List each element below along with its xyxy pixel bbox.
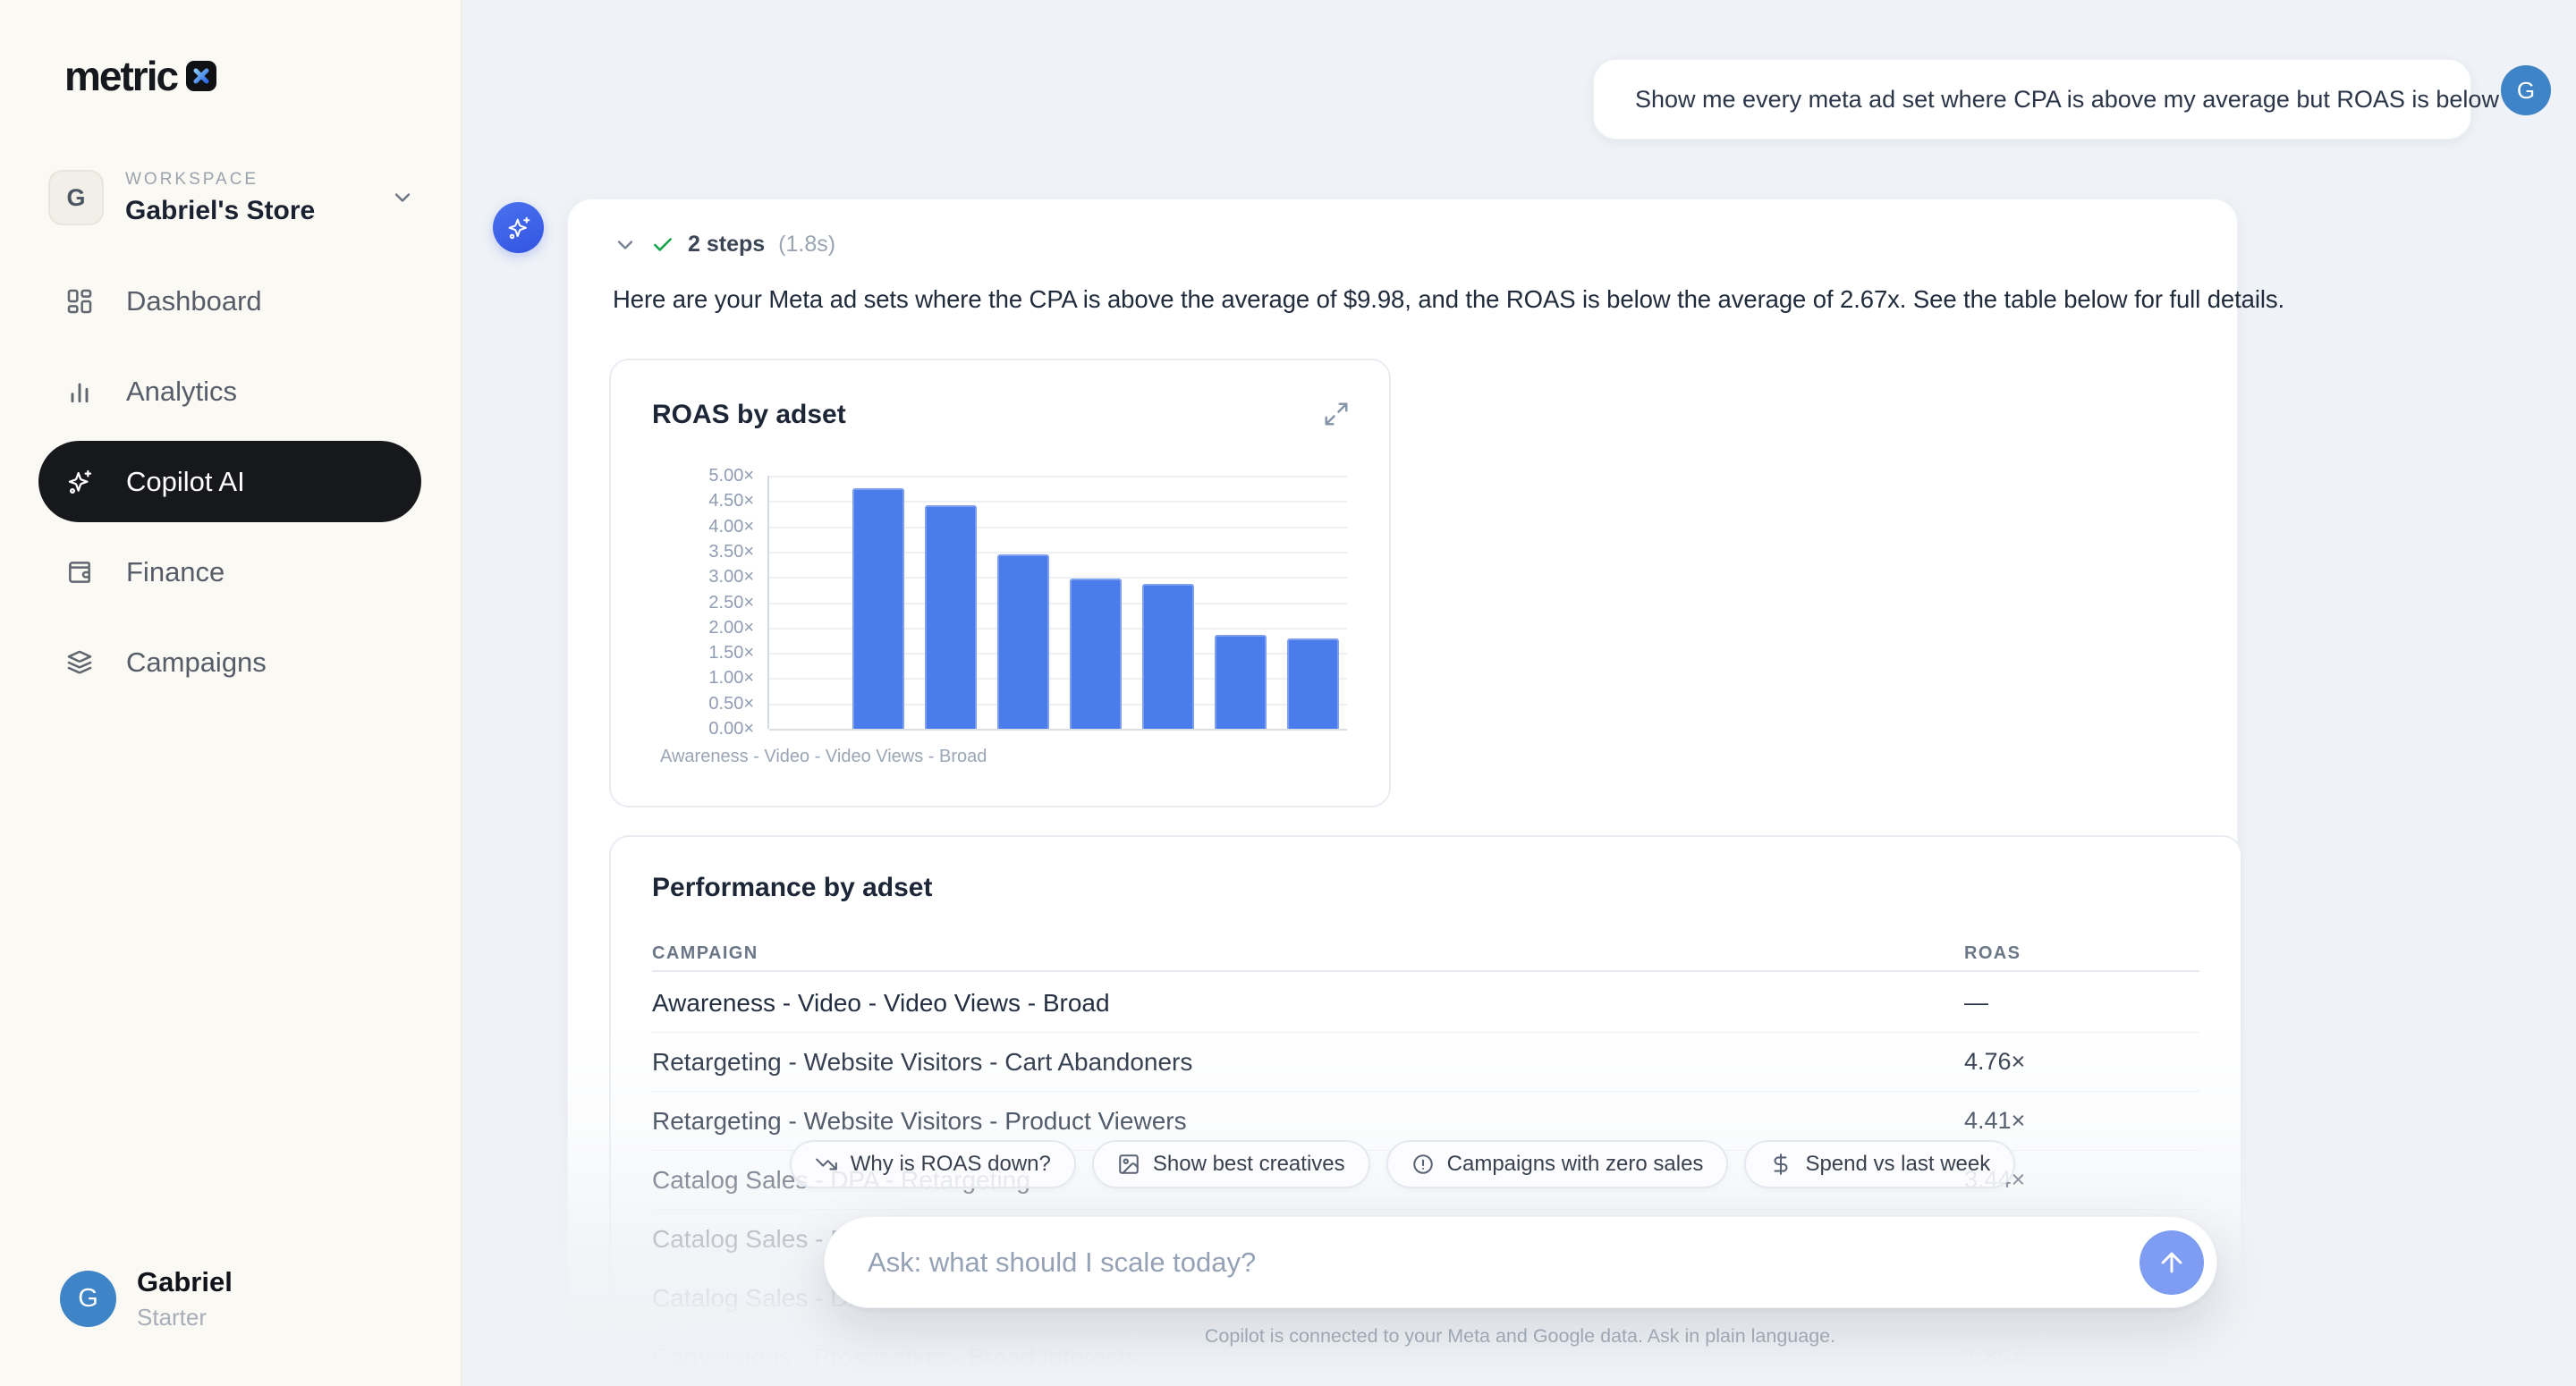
sidebar: metric G WORKSPACE Gabriel's Store: [0, 0, 462, 1386]
bar-7: [1287, 638, 1339, 729]
bar-6: [1215, 635, 1267, 729]
sidebar-item-label: Dashboard: [126, 285, 262, 317]
workspace-avatar: G: [48, 170, 104, 225]
roas-chart-card: ROAS by adset Awareness - Video - Video …: [609, 359, 1391, 807]
user-avatar[interactable]: G: [2501, 65, 2551, 115]
chip-spend-vs-last-week[interactable]: Spend vs last week: [1744, 1140, 2015, 1188]
sidebar-nav: Dashboard Analytics Copilot AI Finance: [38, 260, 421, 712]
y-tick-label: 3.50×: [611, 540, 754, 563]
column-header-roas: ROAS: [1964, 943, 2199, 964]
trending-down-icon: [815, 1153, 838, 1176]
chart-x-axis-label: Awareness - Video - Video Views - Broad: [660, 747, 987, 767]
sidebar-item-label: Analytics: [126, 376, 237, 408]
table-title: Performance by adset: [652, 873, 932, 903]
wallet-icon: [65, 558, 94, 587]
y-tick-label: 3.00×: [611, 565, 754, 588]
bar-chart-icon: [65, 377, 94, 406]
y-tick-label: 4.50×: [611, 489, 754, 512]
workspace-meta: WORKSPACE Gabriel's Store: [125, 170, 390, 226]
sparkles-icon: [505, 215, 532, 241]
chip-show-best-creatives[interactable]: Show best creatives: [1092, 1140, 1370, 1188]
sidebar-item-copilot-ai[interactable]: Copilot AI: [38, 441, 421, 522]
chip-label: Why is ROAS down?: [851, 1152, 1051, 1177]
copilot-footnote: Copilot is connected to your Meta and Go…: [464, 1325, 2576, 1348]
campaign-cell: Awareness - Video - Video Views - Broad: [652, 989, 1964, 1018]
y-tick-label: 0.00×: [611, 717, 754, 740]
sidebar-item-finance[interactable]: Finance: [38, 531, 421, 613]
gridline: [769, 476, 1347, 477]
app: metric G WORKSPACE Gabriel's Store: [0, 0, 2576, 1386]
bar-5: [1142, 584, 1194, 729]
gridline: [769, 729, 1347, 731]
chart-plot: [767, 476, 1347, 729]
bar-4: [1070, 579, 1122, 729]
y-tick-label: 1.00×: [611, 666, 754, 689]
sidebar-item-campaigns[interactable]: Campaigns: [38, 621, 421, 703]
composer: [824, 1216, 2217, 1308]
y-tick-label: 5.00×: [611, 464, 754, 487]
bar-1: [852, 488, 904, 729]
sidebar-item-label: Copilot AI: [126, 466, 245, 498]
chip-campaigns-with-zero-sales[interactable]: Campaigns with zero sales: [1386, 1140, 1729, 1188]
y-tick-label: 4.00×: [611, 515, 754, 538]
sidebar-item-analytics[interactable]: Analytics: [38, 351, 421, 432]
brand-logo-text: metric: [64, 52, 177, 100]
account-avatar: G: [60, 1271, 116, 1327]
roas-cell: —: [1964, 989, 2199, 1017]
workspace-label: WORKSPACE: [125, 170, 390, 190]
send-button[interactable]: [2140, 1230, 2204, 1295]
bar-2: [925, 505, 977, 729]
user-message-bubble: Show me every meta ad set where CPA is a…: [1593, 59, 2471, 139]
workspace-name: Gabriel's Store: [125, 196, 390, 226]
y-tick-label: 0.50×: [611, 692, 754, 715]
bar-3: [997, 554, 1049, 729]
user-message-text: Show me every meta ad set where CPA is a…: [1635, 86, 2499, 114]
sidebar-item-label: Finance: [126, 556, 225, 588]
brand-logo: metric: [64, 52, 216, 100]
y-tick-label: 2.50×: [611, 591, 754, 614]
steps-duration: (1.8s): [778, 232, 835, 258]
chevron-down-icon: [613, 232, 638, 258]
sidebar-item-label: Campaigns: [126, 647, 267, 679]
steps-label: 2 steps: [688, 232, 765, 258]
chevron-down-icon: [390, 185, 415, 210]
sidebar-item-dashboard[interactable]: Dashboard: [38, 260, 421, 342]
brand-x-icon: [186, 61, 216, 91]
response-text: Here are your Meta ad sets where the CPA…: [613, 285, 2284, 314]
ask-input[interactable]: [825, 1217, 2216, 1307]
chip-why-is-roas-down[interactable]: Why is ROAS down?: [790, 1140, 1076, 1188]
arrow-up-icon: [2157, 1247, 2187, 1278]
chip-label: Campaigns with zero sales: [1447, 1152, 1704, 1177]
image-icon: [1117, 1153, 1140, 1176]
steps-toggle[interactable]: 2 steps (1.8s): [613, 232, 835, 258]
chip-label: Show best creatives: [1153, 1152, 1345, 1177]
layers-icon: [65, 648, 94, 677]
workspace-switcher[interactable]: G WORKSPACE Gabriel's Store: [48, 166, 415, 229]
chart-body: Awareness - Video - Video Views - Broad …: [611, 360, 1389, 806]
alert-circle-icon: [1411, 1153, 1435, 1176]
chip-label: Spend vs last week: [1805, 1152, 1990, 1177]
y-tick-label: 2.00×: [611, 616, 754, 639]
account-name: Gabriel: [137, 1266, 233, 1298]
copilot-avatar: [493, 202, 544, 253]
account-plan-badge: Starter: [137, 1304, 233, 1331]
dollar-icon: [1769, 1153, 1792, 1176]
suggestion-chips: Why is ROAS down? Show best creatives Ca…: [567, 1140, 2238, 1188]
table-header-row: CAMPAIGN ROAS: [652, 937, 2199, 972]
column-header-campaign: CAMPAIGN: [652, 943, 1964, 964]
account-meta: Gabriel Starter: [137, 1266, 233, 1331]
y-tick-label: 1.50×: [611, 641, 754, 664]
account-info[interactable]: G Gabriel Starter: [60, 1266, 233, 1331]
dashboard-grid-icon: [65, 287, 94, 316]
check-icon: [651, 233, 674, 257]
sparkles-icon: [65, 468, 94, 496]
